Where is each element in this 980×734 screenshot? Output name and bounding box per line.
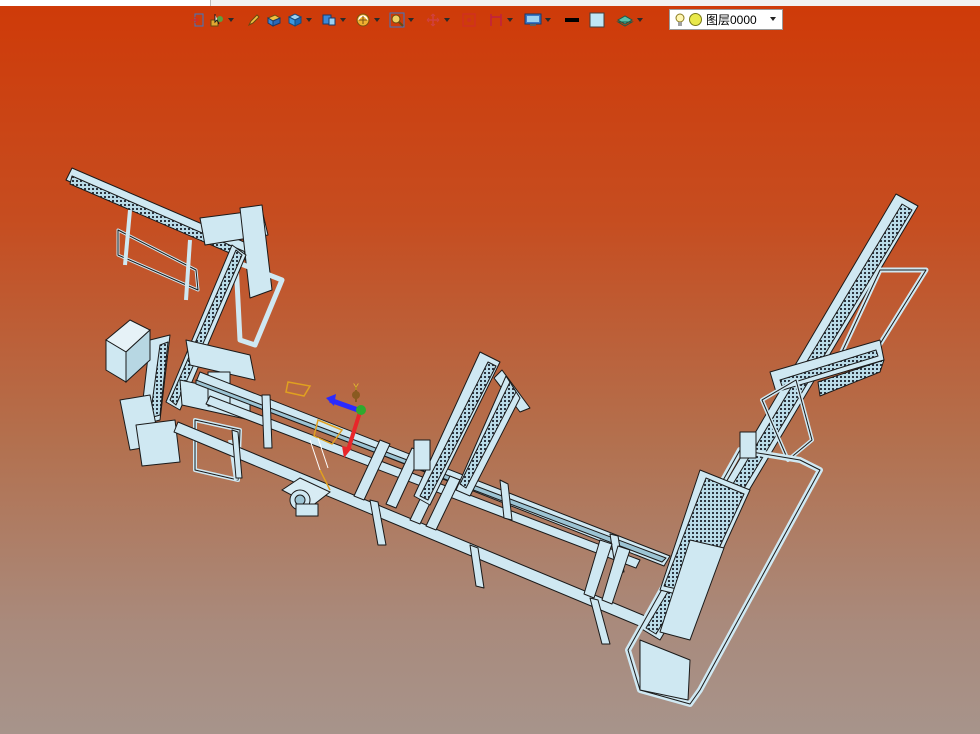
middle-gantry bbox=[413, 351, 531, 506]
chevron-down-icon bbox=[545, 18, 551, 22]
left-upper-conveyor bbox=[65, 167, 285, 348]
zoom-button[interactable] bbox=[387, 9, 416, 31]
rotate-view-button[interactable] bbox=[353, 9, 382, 31]
display-settings-icon bbox=[524, 13, 542, 26]
yellow-dot-icon[interactable] bbox=[689, 13, 702, 26]
section-view-button[interactable] bbox=[486, 9, 515, 31]
cube-view-button[interactable] bbox=[285, 9, 314, 31]
right-conveyor bbox=[625, 193, 929, 707]
layer-manager-icon bbox=[616, 15, 634, 27]
lightbulb-icon[interactable] bbox=[675, 13, 685, 27]
pencil-icon bbox=[247, 14, 260, 27]
chevron-down-icon bbox=[444, 18, 450, 22]
electrical-cabinet bbox=[105, 319, 151, 384]
select-filter-button[interactable] bbox=[207, 9, 236, 31]
layer-manager-button[interactable] bbox=[614, 9, 645, 31]
triad-label: Y bbox=[353, 382, 359, 392]
chevron-down-icon[interactable] bbox=[770, 17, 776, 21]
fill-color-button[interactable] bbox=[587, 9, 607, 31]
rotate-view-icon bbox=[356, 13, 370, 27]
chevron-down-icon bbox=[374, 18, 380, 22]
chevron-down-icon bbox=[408, 18, 414, 22]
select-filter-icon bbox=[210, 14, 223, 27]
shading-button[interactable] bbox=[264, 9, 284, 31]
section-view-icon bbox=[490, 14, 502, 26]
standard-views-button[interactable] bbox=[319, 9, 348, 31]
document-tab[interactable] bbox=[0, 0, 211, 6]
fit-all-icon bbox=[462, 13, 476, 27]
cad-window: Y 图层0000 bbox=[0, 0, 980, 734]
exit-sketch-icon bbox=[191, 13, 204, 27]
chevron-down-icon bbox=[507, 18, 513, 22]
main-transfer-rails bbox=[173, 371, 671, 645]
chevron-down-icon bbox=[228, 18, 234, 22]
assembly-model[interactable]: Y bbox=[0, 0, 980, 734]
standard-views-icon bbox=[322, 14, 336, 26]
pan-button[interactable] bbox=[423, 9, 452, 31]
current-layer-name: 图层0000 bbox=[706, 13, 757, 27]
display-settings-button[interactable] bbox=[522, 9, 553, 31]
cube-view-icon bbox=[287, 13, 303, 27]
exit-sketch-button[interactable] bbox=[188, 9, 206, 31]
line-color-button[interactable] bbox=[562, 9, 582, 31]
shade-with-edges-icon bbox=[266, 14, 282, 27]
layer-dropdown[interactable]: 图层0000 bbox=[669, 9, 783, 30]
zoom-icon bbox=[389, 12, 405, 28]
line-color-icon bbox=[565, 18, 579, 22]
pan-icon bbox=[426, 13, 440, 27]
fit-all-button[interactable] bbox=[459, 9, 479, 31]
view-toolbar bbox=[188, 8, 645, 32]
chevron-down-icon bbox=[340, 18, 346, 22]
sketch-pencil-button[interactable] bbox=[245, 9, 263, 31]
chevron-down-icon bbox=[306, 18, 312, 22]
chevron-down-icon bbox=[637, 18, 643, 22]
fill-color-icon bbox=[589, 12, 605, 28]
3d-viewport[interactable]: Y bbox=[0, 0, 980, 734]
